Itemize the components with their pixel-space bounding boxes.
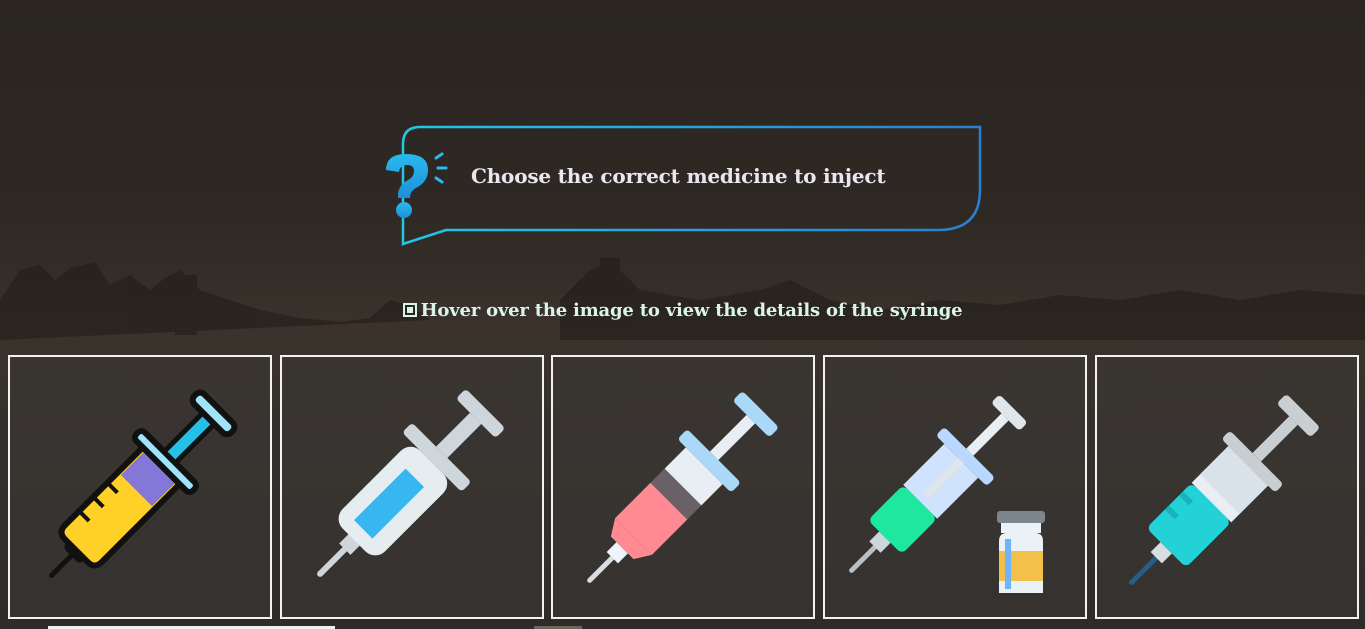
syringe-icon	[587, 392, 778, 583]
syringe-option-4[interactable]	[823, 355, 1087, 619]
hint-text: Hover over the image to view the details…	[420, 300, 963, 321]
image-icon	[402, 303, 417, 317]
syringe-icon	[849, 395, 1045, 593]
syringe-icon	[317, 390, 504, 577]
question-text: Choose the correct medicine to inject	[471, 164, 886, 188]
hover-hint: Hover over the image to view the details…	[0, 300, 1365, 321]
syringe-option-5[interactable]	[1095, 355, 1359, 619]
question-panel: Choose the correct medicine to inject	[378, 122, 988, 252]
medicine-vial	[997, 511, 1045, 593]
question-mark-icon	[386, 152, 448, 218]
syringe-icon	[1129, 395, 1319, 585]
syringe-option-2[interactable]	[280, 355, 544, 619]
syringe-option-3[interactable]	[551, 355, 815, 619]
syringe-option-1[interactable]	[8, 355, 272, 619]
syringe-icon	[49, 389, 238, 578]
